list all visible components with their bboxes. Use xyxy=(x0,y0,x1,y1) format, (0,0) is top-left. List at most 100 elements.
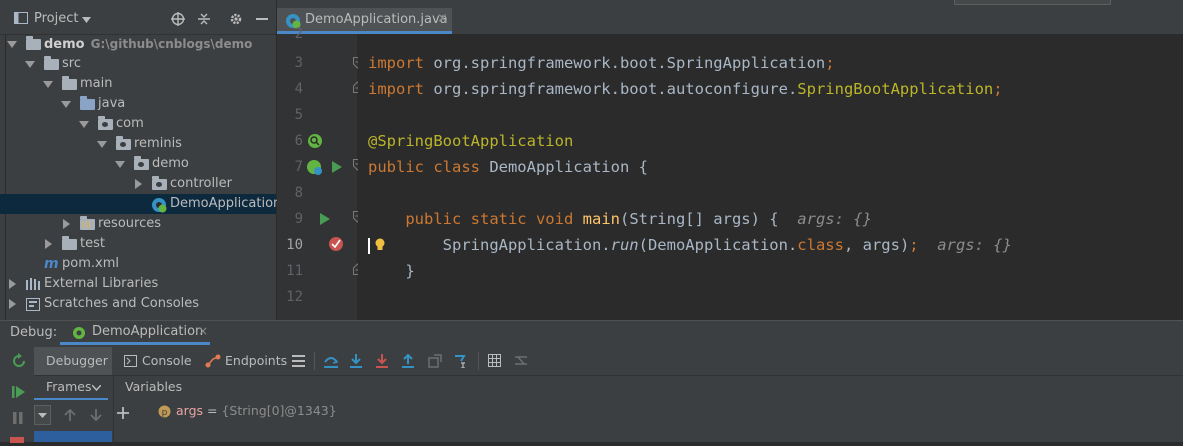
spring-bean-navigation-icon[interactable] xyxy=(306,133,324,149)
tree-item-label: Scratches and Consoles xyxy=(44,296,200,311)
toolbar-edge xyxy=(954,0,1111,5)
tree-item-demo-project[interactable]: demo G:\github\cnblogs\demo xyxy=(0,34,276,54)
project-panel-header: Project xyxy=(0,0,276,35)
chevron-down-icon[interactable] xyxy=(82,17,91,23)
evaluate-expression-icon[interactable] xyxy=(488,354,501,367)
collapse-all-icon[interactable] xyxy=(197,12,211,26)
tree-item-main[interactable]: main xyxy=(0,74,276,94)
chevron-down-icon[interactable] xyxy=(7,41,17,48)
drop-frame-icon[interactable] xyxy=(428,354,442,368)
trace-stream-icon[interactable] xyxy=(514,354,528,367)
parameter-icon: p xyxy=(158,405,171,418)
chevron-down-icon[interactable] xyxy=(97,141,107,148)
debug-toolbar: Debugger Console Endpoints xyxy=(34,347,1183,376)
tab-demoapplication-java[interactable]: DemoApplication.java × xyxy=(277,8,452,34)
chevron-down-icon[interactable] xyxy=(61,101,71,108)
variable-value: {String[0]@1343} xyxy=(221,403,337,418)
chevron-down-icon[interactable] xyxy=(43,81,53,88)
spring-bean-navigation-icon[interactable] xyxy=(306,159,324,175)
code-line-4: import org.springframework.boot.autoconf… xyxy=(368,80,1003,98)
tree-item-resources[interactable]: resources xyxy=(0,214,276,234)
run-icon[interactable] xyxy=(319,213,331,225)
code-line-10: SpringApplication.run(DemoApplication.cl… xyxy=(442,236,1012,254)
tree-item-java[interactable]: java xyxy=(0,94,276,114)
chevron-right-icon[interactable] xyxy=(9,299,16,309)
code-editor[interactable]: import org.springframework.boot.SpringAp… xyxy=(358,34,1183,320)
gear-icon[interactable] xyxy=(229,12,243,26)
tree-item-com[interactable]: com xyxy=(0,114,276,134)
console-icon xyxy=(124,355,137,367)
line-number: 12 xyxy=(286,289,303,305)
tree-item-demo-package[interactable]: demo xyxy=(0,154,276,174)
stop-icon[interactable] xyxy=(10,437,24,443)
chevron-right-icon[interactable] xyxy=(45,239,52,249)
line-number: 11 xyxy=(286,263,303,279)
tree-item-label: pom.xml xyxy=(62,256,119,271)
tab-endpoints[interactable]: Endpoints xyxy=(225,353,287,368)
tree-item-test[interactable]: test xyxy=(0,234,276,254)
variables-label: Variables xyxy=(125,379,183,394)
variable-equals: = xyxy=(203,403,222,418)
resume-icon[interactable] xyxy=(12,385,26,399)
chevron-down-icon[interactable] xyxy=(25,61,35,68)
tree-item-external-libraries[interactable]: External Libraries xyxy=(0,274,276,294)
add-watch-icon[interactable] xyxy=(117,407,129,419)
rerun-icon[interactable] xyxy=(11,353,27,369)
debug-panel: Debug: DemoApplication × Debugger Consol… xyxy=(0,320,1183,446)
thread-selector[interactable] xyxy=(34,405,51,425)
step-over-icon[interactable] xyxy=(324,354,338,368)
tab-debugger[interactable]: Debugger xyxy=(34,347,112,375)
breakpoint-icon[interactable] xyxy=(328,236,344,252)
text-cursor xyxy=(368,238,370,254)
project-panel-title[interactable]: Project xyxy=(34,11,78,26)
run-to-cursor-icon[interactable] xyxy=(454,354,468,368)
spring-class-icon xyxy=(152,198,167,213)
folder-icon xyxy=(62,236,77,250)
chevron-down-icon[interactable] xyxy=(115,161,125,168)
tree-item-src[interactable]: src xyxy=(0,54,276,74)
scratches-icon xyxy=(26,298,40,311)
line-number: 5 xyxy=(294,107,303,123)
tree-item-label: demo xyxy=(152,156,189,171)
chevron-right-icon[interactable] xyxy=(9,279,16,289)
tree-item-label: test xyxy=(80,236,105,251)
step-into-icon[interactable] xyxy=(350,354,362,368)
inline-debug-hint: args: {} xyxy=(937,236,1012,254)
menu-icon[interactable] xyxy=(292,355,305,367)
line-number: 3 xyxy=(294,55,303,71)
tree-item-scratches[interactable]: Scratches and Consoles xyxy=(0,294,276,314)
chevron-right-icon[interactable] xyxy=(63,219,70,229)
selected-frame[interactable] xyxy=(34,431,112,442)
tree-item-controller[interactable]: controller xyxy=(0,174,276,194)
tree-item-label: External Libraries xyxy=(44,276,159,291)
arrow-down-icon[interactable] xyxy=(90,409,102,421)
tree-item-demoapplication[interactable]: DemoApplication xyxy=(0,194,281,214)
lightbulb-icon[interactable] xyxy=(374,238,386,252)
arrow-up-icon[interactable] xyxy=(64,409,76,421)
chevron-down-icon[interactable] xyxy=(79,121,89,128)
tab-console[interactable]: Console xyxy=(142,353,192,368)
variable-row[interactable]: p args = {String[0]@1343} xyxy=(155,401,755,421)
tree-item-pom[interactable]: m pom.xml xyxy=(0,254,276,274)
close-icon[interactable]: × xyxy=(198,324,208,338)
maven-icon: m xyxy=(44,256,59,272)
chevron-right-icon[interactable] xyxy=(135,179,142,189)
frames-dropdown[interactable]: Frames xyxy=(34,376,108,400)
line-number: 10 xyxy=(286,237,303,253)
run-icon[interactable] xyxy=(331,161,343,173)
folder-icon xyxy=(44,56,59,70)
locate-target-icon[interactable] xyxy=(171,12,185,26)
tree-item-reminis[interactable]: reminis xyxy=(0,134,276,154)
pause-icon[interactable] xyxy=(12,411,24,425)
line-number: 7 xyxy=(294,159,303,175)
tree-item-label: main xyxy=(80,76,113,91)
tree-item-label: resources xyxy=(98,216,162,231)
code-line-9: public static void main(String[] args) {… xyxy=(405,210,872,228)
chevron-down-icon[interactable] xyxy=(92,385,101,391)
step-out-icon[interactable] xyxy=(402,354,414,368)
force-step-into-icon[interactable] xyxy=(376,354,388,368)
close-icon[interactable]: × xyxy=(437,11,448,26)
tab-debug-session[interactable]: DemoApplication × xyxy=(60,321,210,345)
code-line-11: } xyxy=(405,262,415,280)
minimize-icon[interactable] xyxy=(256,18,268,20)
